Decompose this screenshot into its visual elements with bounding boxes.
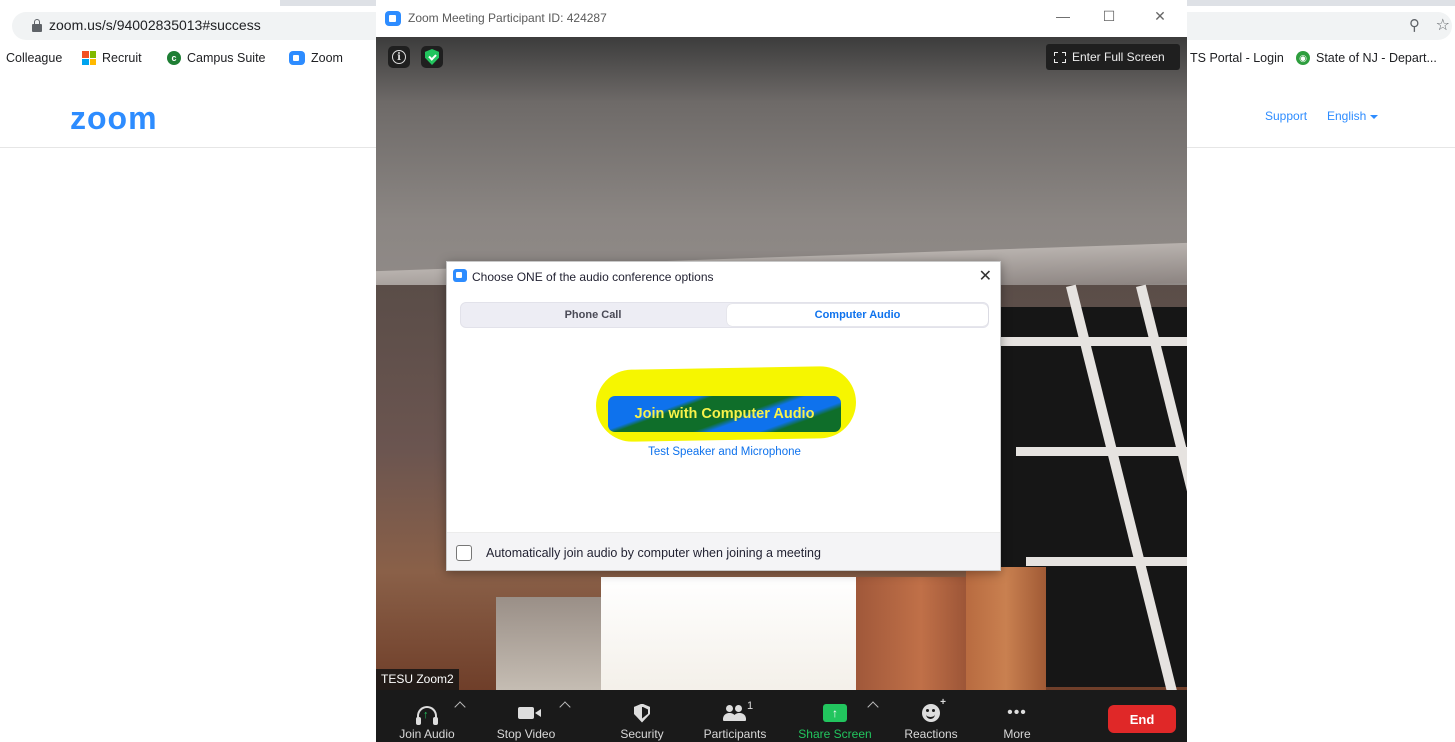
tab-computer-audio[interactable]: Computer Audio bbox=[727, 304, 988, 326]
participants-button[interactable]: 1 Participants bbox=[694, 690, 776, 742]
video-window-bar bbox=[1026, 557, 1187, 566]
meeting-info-button[interactable]: i bbox=[388, 46, 410, 68]
fullscreen-icon bbox=[1054, 51, 1066, 63]
fullscreen-label: Enter Full Screen bbox=[1072, 50, 1165, 64]
info-icon: i bbox=[392, 50, 406, 64]
encryption-badge[interactable] bbox=[421, 46, 443, 68]
test-speaker-microphone-link[interactable]: Test Speaker and Microphone bbox=[447, 446, 1002, 458]
bookmark-colleague[interactable]: Colleague bbox=[6, 51, 62, 65]
more-dots-icon: ••• bbox=[1007, 704, 1027, 721]
zoom-app-icon bbox=[385, 11, 401, 26]
meeting-toolbar: ↑ Join Audio Stop Video Security 1 Parti… bbox=[376, 690, 1187, 742]
bookmark-zoom[interactable]: Zoom bbox=[289, 51, 343, 65]
share-screen-icon: ↑ bbox=[821, 701, 849, 725]
share-screen-button[interactable]: ↑ Share Screen bbox=[792, 690, 878, 742]
join-audio-button[interactable]: ↑ Join Audio bbox=[394, 690, 460, 742]
dialog-titlebar[interactable]: Choose ONE of the audio conference optio… bbox=[447, 262, 1002, 290]
zoom-logo[interactable]: zoom bbox=[70, 100, 158, 137]
bookmark-label: Campus Suite bbox=[187, 51, 266, 65]
smiley-icon: + bbox=[917, 697, 946, 725]
stop-video-button[interactable]: Stop Video bbox=[488, 690, 564, 742]
video-window-bar bbox=[1016, 447, 1187, 456]
stop-video-label: Stop Video bbox=[496, 727, 556, 741]
audio-options-dialog: Choose ONE of the audio conference optio… bbox=[446, 261, 1001, 571]
enter-full-screen-button[interactable]: Enter Full Screen bbox=[1046, 44, 1180, 70]
support-link[interactable]: Support bbox=[1265, 109, 1307, 123]
auto-join-label[interactable]: Automatically join audio by computer whe… bbox=[486, 546, 821, 560]
bookmark-recruit[interactable]: Recruit bbox=[82, 51, 142, 65]
reactions-label: Reactions bbox=[904, 727, 958, 741]
join-with-computer-audio-button[interactable]: Join with Computer Audio bbox=[608, 396, 841, 432]
security-label: Security bbox=[620, 727, 664, 741]
meeting-title: Zoom Meeting Participant ID: 424287 bbox=[408, 11, 607, 25]
maximize-icon[interactable]: ☐ bbox=[1099, 8, 1119, 25]
people-icon: 1 bbox=[721, 700, 753, 725]
bookmark-star-icon[interactable]: ☆ bbox=[1436, 15, 1450, 35]
reactions-button[interactable]: + Reactions bbox=[898, 690, 964, 742]
headphone-icon: ↑ bbox=[413, 701, 441, 725]
bookmark-campus-suite[interactable]: c Campus Suite bbox=[167, 51, 266, 65]
join-audio-label: Join Audio bbox=[399, 727, 455, 741]
close-window-icon[interactable]: ✕ bbox=[1150, 8, 1170, 25]
bookmark-label: State of NJ - Depart... bbox=[1316, 51, 1437, 65]
participant-name-tag: TESU Zoom2 bbox=[376, 669, 459, 690]
microsoft-logo-icon bbox=[82, 51, 96, 65]
end-meeting-button[interactable]: End bbox=[1108, 705, 1176, 733]
zoom-magnifier-icon[interactable]: ⚲ bbox=[1409, 16, 1420, 34]
shield-check-icon bbox=[425, 49, 439, 65]
bookmark-label: Colleague bbox=[6, 51, 63, 65]
meeting-titlebar[interactable]: Zoom Meeting Participant ID: 424287 — ☐ … bbox=[376, 0, 1187, 37]
dialog-title: Choose ONE of the audio conference optio… bbox=[472, 270, 714, 284]
participants-label: Participants bbox=[703, 727, 767, 741]
audio-mode-tabs: Phone Call Computer Audio bbox=[460, 302, 989, 328]
url-text[interactable]: zoom.us/s/94002835013#success bbox=[49, 17, 261, 33]
nj-seal-icon: ◉ bbox=[1296, 51, 1310, 65]
zoom-app-icon bbox=[453, 269, 467, 282]
language-selector[interactable]: English bbox=[1327, 109, 1379, 123]
video-curtain bbox=[966, 567, 1046, 690]
bookmark-label: Zoom bbox=[311, 51, 343, 65]
participant-count: 1 bbox=[747, 700, 754, 712]
close-icon[interactable]: ✕ bbox=[979, 266, 992, 286]
video-window-bar bbox=[996, 337, 1187, 346]
lock-icon bbox=[32, 19, 42, 32]
bookmark-label: TS Portal - Login bbox=[1190, 51, 1284, 65]
tab-phone-call[interactable]: Phone Call bbox=[462, 304, 724, 326]
video-bright-panel bbox=[601, 577, 856, 690]
camera-icon bbox=[512, 701, 541, 725]
video-furniture bbox=[496, 597, 601, 690]
share-screen-label: Share Screen bbox=[798, 727, 872, 741]
minimize-icon[interactable]: — bbox=[1053, 8, 1073, 24]
auto-join-checkbox[interactable] bbox=[456, 545, 472, 561]
shield-icon bbox=[628, 701, 656, 725]
more-label: More bbox=[1003, 727, 1031, 741]
bookmark-ts-portal[interactable]: TS Portal - Login bbox=[1190, 51, 1284, 65]
bookmark-state-of-nj[interactable]: ◉ State of NJ - Depart... bbox=[1296, 51, 1437, 65]
campus-suite-icon: c bbox=[167, 51, 181, 65]
dialog-footer: Automatically join audio by computer whe… bbox=[447, 532, 1000, 570]
zoom-app-icon bbox=[289, 51, 305, 65]
language-label: English bbox=[1327, 109, 1367, 123]
more-button[interactable]: ••• More bbox=[994, 690, 1040, 742]
security-button[interactable]: Security bbox=[612, 690, 672, 742]
caret-down-icon bbox=[1370, 114, 1379, 119]
bookmark-label: Recruit bbox=[102, 51, 142, 65]
